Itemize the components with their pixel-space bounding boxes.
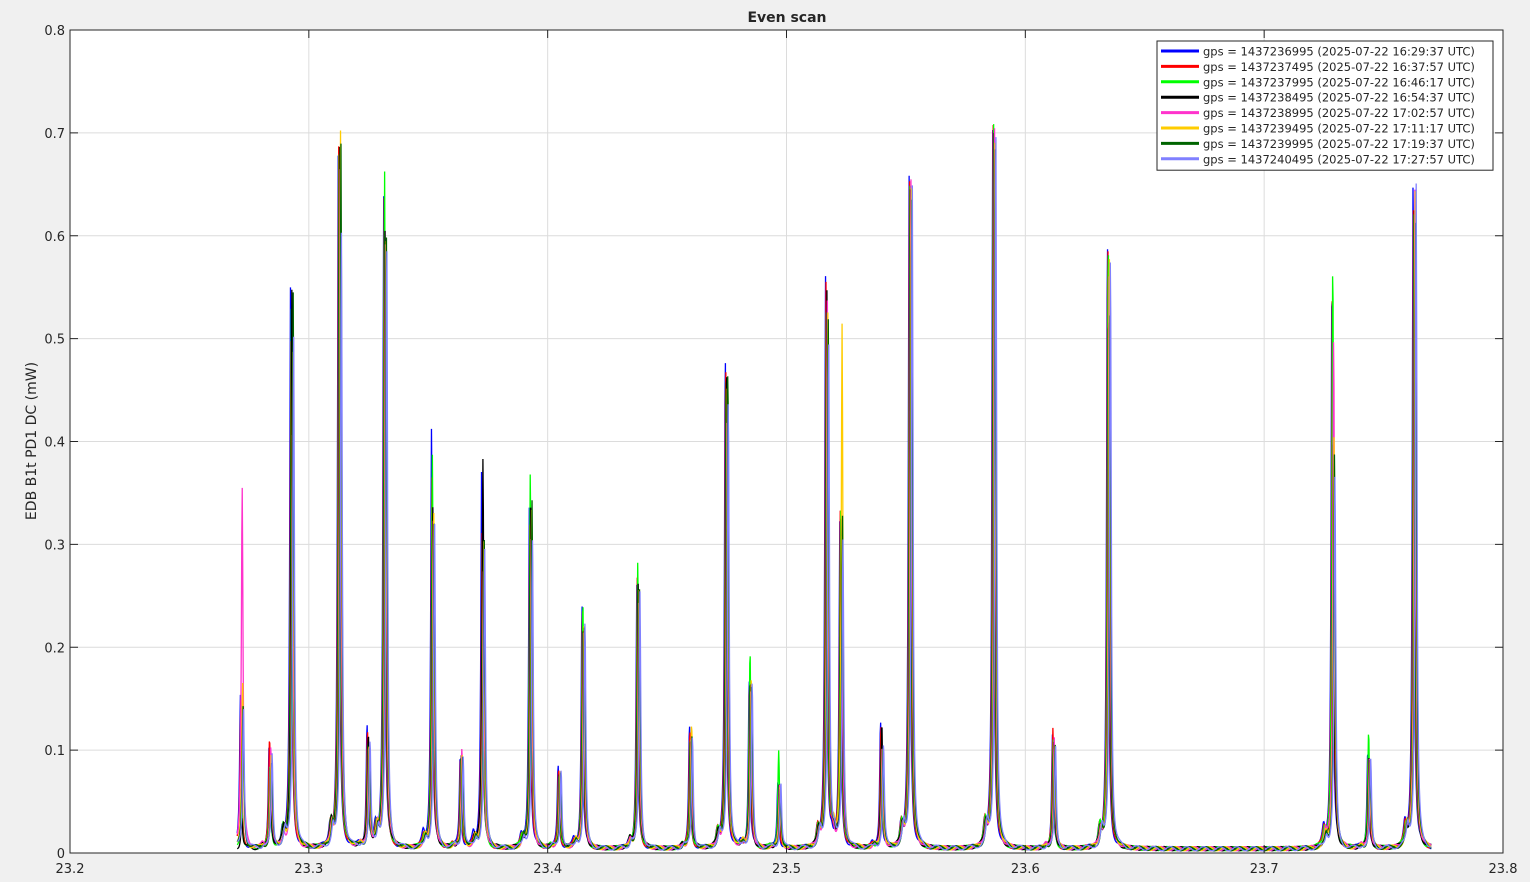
x-tick-label: 23.6 (1011, 862, 1040, 877)
y-tick-label: 0 (57, 847, 65, 862)
y-tick-label: 0.4 (44, 436, 65, 451)
x-tick-label: 23.8 (1489, 862, 1518, 877)
chart-figure: 23.2 23.3 23.4 23.5 23.6 23.7 23.8 0 0.1 0.2 0.3 0.… (24, 10, 1518, 877)
y-tick-label: 0.6 (44, 230, 65, 245)
y-axis-label: EDB B1t PD1 DC (mW) (24, 362, 40, 520)
chart-title: Even scan (747, 10, 826, 26)
y-tick-label: 0.5 (44, 333, 65, 348)
x-tick-label: 23.5 (772, 862, 801, 877)
legend-label: gps = 1437237495 (2025-07-22 16:37:57 UT… (1203, 60, 1475, 74)
y-tick-label: 0.1 (44, 744, 65, 759)
legend: gps = 1437236995 (2025-07-22 16:29:37 UT… (1156, 40, 1494, 171)
legend-label: gps = 1437238995 (2025-07-22 17:02:57 UT… (1203, 106, 1475, 120)
legend-label: gps = 1437236995 (2025-07-22 16:29:37 UT… (1203, 45, 1475, 59)
legend-label: gps = 1437237995 (2025-07-22 16:46:17 UT… (1203, 75, 1475, 89)
x-tick-label: 23.2 (56, 862, 85, 877)
x-tick-label: 23.7 (1250, 862, 1279, 877)
x-tick-label: 23.3 (294, 862, 323, 877)
legend-label: gps = 1437238495 (2025-07-22 16:54:37 UT… (1203, 91, 1475, 105)
legend-label: gps = 1437239495 (2025-07-22 17:11:17 UT… (1203, 122, 1475, 136)
legend-label: gps = 1437240495 (2025-07-22 17:27:57 UT… (1203, 152, 1475, 166)
y-tick-label: 0.7 (44, 127, 65, 142)
x-tick-label: 23.4 (533, 862, 562, 877)
y-tick-label: 0.8 (44, 24, 65, 39)
y-tick-label: 0.2 (44, 641, 65, 656)
y-tick-label: 0.3 (44, 538, 65, 553)
legend-label: gps = 1437239995 (2025-07-22 17:19:37 UT… (1203, 137, 1475, 151)
